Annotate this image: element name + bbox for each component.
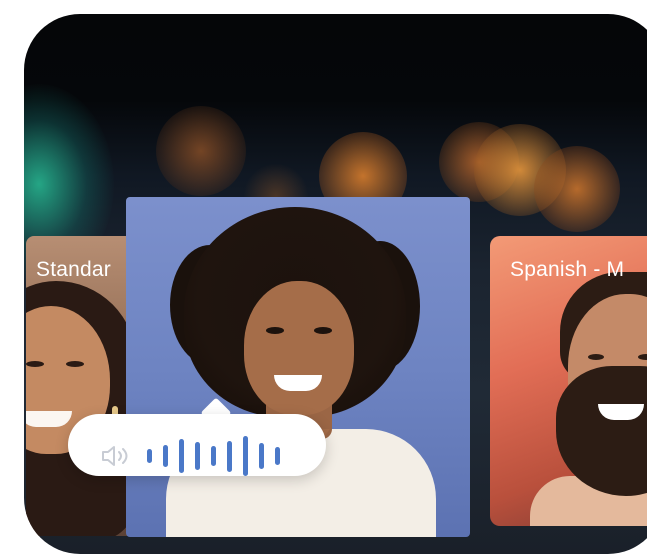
waveform-bar [163, 445, 168, 467]
waveform-bar [259, 443, 264, 469]
waveform-bar [211, 446, 216, 466]
speaker-card-right[interactable]: Spanish - M [490, 236, 647, 526]
speaker-card-active[interactable] [126, 197, 470, 537]
speaker-label-right: Spanish - M [510, 258, 625, 281]
waveform-bar [195, 442, 200, 470]
waveform-bar [179, 439, 184, 473]
waveform-bar [243, 436, 248, 476]
speaker-card-left[interactable]: Standar [26, 236, 136, 536]
person-face [244, 281, 354, 415]
bokeh-light [534, 146, 620, 232]
person-eye [26, 361, 44, 367]
bokeh-light [156, 106, 246, 196]
person-eye [638, 354, 647, 360]
person-eye [314, 327, 332, 334]
waveform-bar [227, 440, 232, 472]
waveform-bar [147, 449, 152, 463]
waveform-bar [275, 447, 280, 465]
speaker-icon [102, 446, 128, 466]
person-eye [266, 327, 284, 334]
person-eye [66, 361, 84, 367]
person-eye [588, 354, 604, 360]
speaker-label-left: Standar [36, 258, 111, 281]
